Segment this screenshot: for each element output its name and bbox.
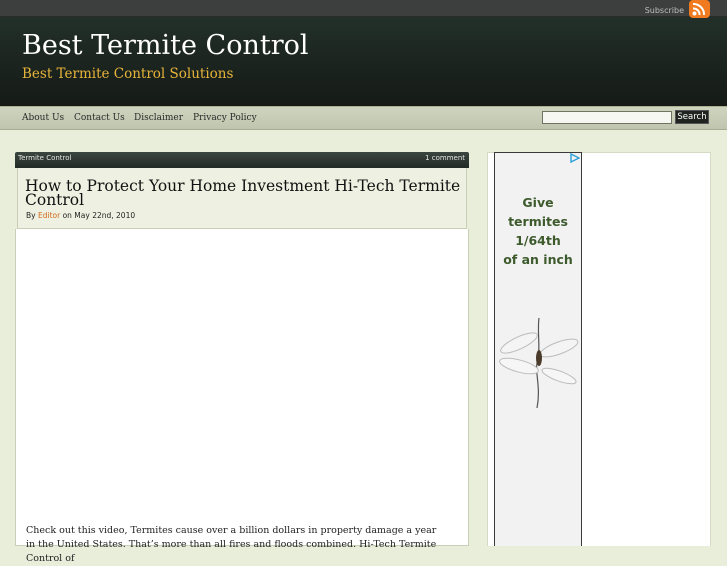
post-category-link[interactable]: Termite Control	[18, 154, 72, 162]
post-meta: By Editor on May 22nd, 2010	[26, 211, 135, 220]
ad-line: Give	[522, 195, 554, 210]
top-bar	[0, 0, 727, 17]
ad-headline: Give termites 1/64th of an inch	[495, 193, 581, 269]
termite-image	[499, 317, 579, 409]
post-comments-link[interactable]: 1 comment	[425, 154, 465, 162]
site-title[interactable]: Best Termite Control	[22, 30, 309, 61]
site-tagline: Best Termite Control Solutions	[22, 66, 234, 82]
post-info-bar: Termite Control 1 comment	[15, 152, 469, 168]
ad-line: 1/64th	[515, 233, 561, 248]
main-nav: About Us Contact Us Disclaimer Privacy P…	[0, 106, 727, 130]
ad-line: of an inch	[503, 252, 573, 267]
rss-icon[interactable]	[689, 0, 710, 18]
post-excerpt: Check out this video, Termites cause ove…	[26, 525, 437, 564]
nav-contact-us[interactable]: Contact Us	[74, 113, 125, 123]
post-meta-by: By	[26, 211, 36, 220]
adchoices-icon[interactable]	[570, 153, 580, 163]
ad-line: termites	[508, 214, 568, 229]
search-input[interactable]	[542, 111, 672, 124]
subscribe-link[interactable]: Subscribe	[645, 6, 684, 15]
sidebar-ad[interactable]: Give termites 1/64th of an inch	[494, 152, 582, 546]
post-date: on May 22nd, 2010	[62, 211, 136, 220]
nav-about-us[interactable]: About Us	[22, 113, 64, 123]
nav-privacy-policy[interactable]: Privacy Policy	[193, 113, 257, 123]
site-header: Subscribe Best Termite Control Best Term…	[0, 0, 727, 106]
nav-disclaimer[interactable]: Disclaimer	[134, 113, 183, 123]
post-body	[15, 229, 469, 546]
post-title[interactable]: How to Protect Your Home Investment Hi-T…	[25, 178, 465, 208]
search-button[interactable]: Search	[675, 110, 709, 124]
post-author-link[interactable]: Editor	[38, 211, 60, 220]
